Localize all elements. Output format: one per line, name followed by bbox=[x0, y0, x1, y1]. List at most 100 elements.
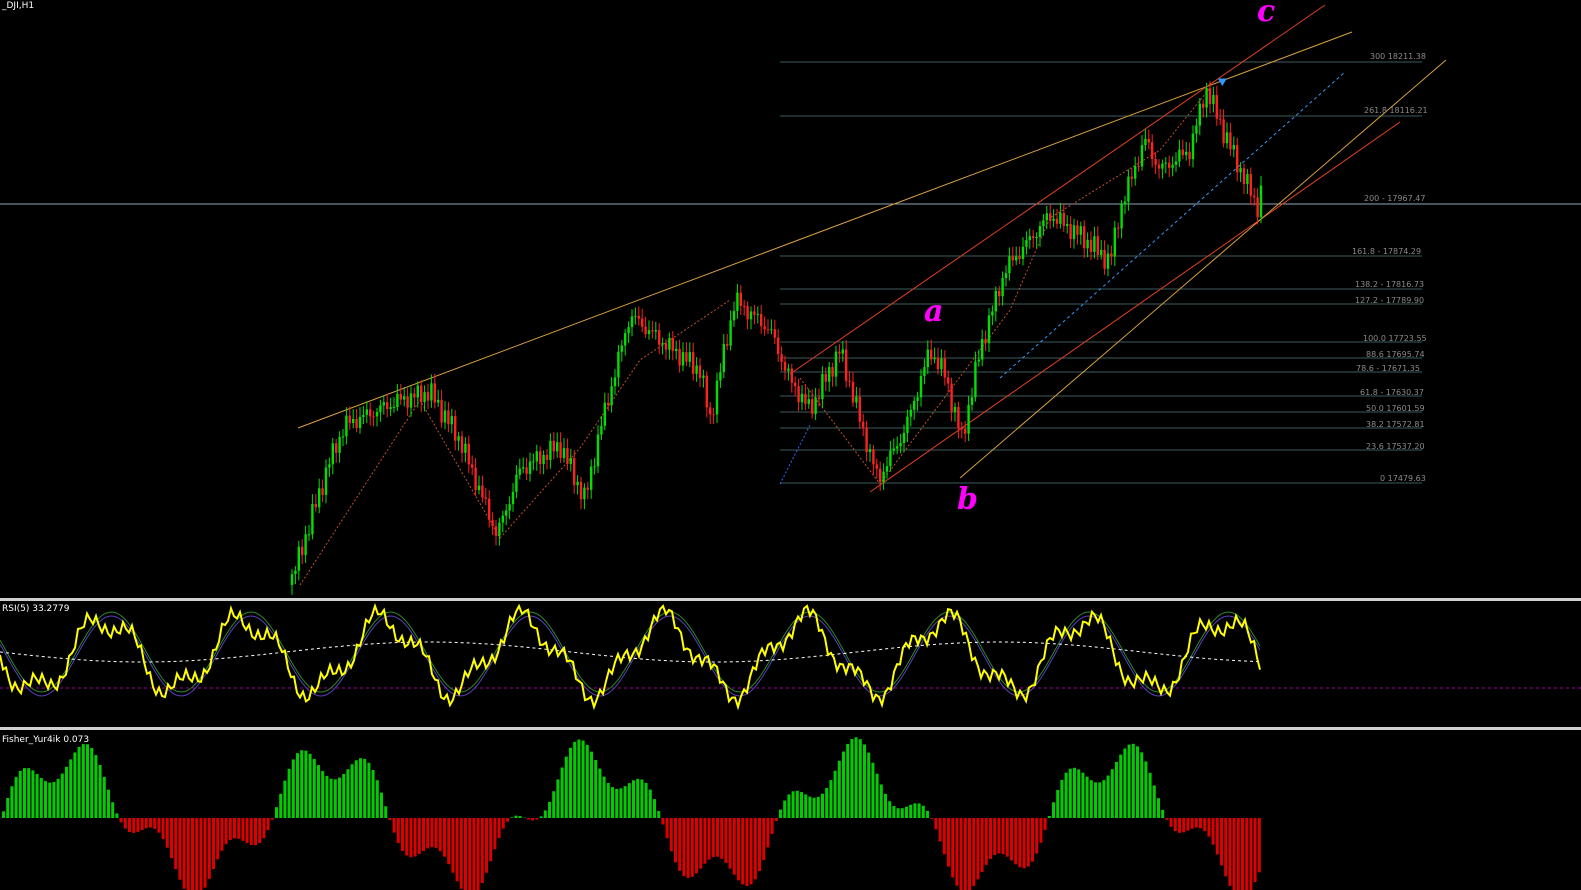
fisher-bar bbox=[711, 818, 715, 858]
candle bbox=[950, 383, 953, 412]
fisher-bar bbox=[548, 801, 551, 818]
candle bbox=[977, 359, 980, 362]
candle bbox=[926, 349, 929, 368]
candle bbox=[1205, 88, 1208, 108]
fisher-bar bbox=[875, 773, 879, 818]
candle bbox=[899, 443, 902, 447]
candle bbox=[1151, 142, 1154, 160]
fisher-bar bbox=[392, 818, 396, 833]
candle bbox=[365, 409, 368, 415]
fisher-bar bbox=[65, 766, 68, 818]
fib-label: 61.8 - 17630.37 bbox=[1360, 388, 1424, 397]
fisher-bar bbox=[1136, 746, 1139, 818]
fisher-bar bbox=[909, 804, 913, 818]
fisher-bar bbox=[879, 784, 883, 818]
fisher-bar bbox=[174, 818, 178, 870]
fisher-bar bbox=[947, 818, 950, 867]
fib-label: 261.8 18116.21 bbox=[1364, 106, 1428, 115]
fisher-bar bbox=[459, 818, 463, 889]
pane-separator[interactable] bbox=[0, 727, 1581, 730]
candle bbox=[896, 446, 899, 449]
trendlines[interactable] bbox=[297, 4, 1447, 586]
candle bbox=[1181, 149, 1184, 156]
candle bbox=[1049, 213, 1052, 221]
candle bbox=[416, 385, 419, 398]
candle bbox=[923, 367, 926, 377]
candle bbox=[858, 396, 861, 422]
candle bbox=[304, 534, 307, 556]
fisher-bar bbox=[821, 793, 824, 818]
candle bbox=[311, 504, 314, 535]
fisher-bar bbox=[997, 818, 1001, 854]
fisher-bar bbox=[266, 818, 270, 831]
candle bbox=[1086, 239, 1089, 249]
fisher-bar bbox=[422, 818, 425, 851]
candle bbox=[505, 510, 508, 516]
candle bbox=[396, 393, 399, 407]
candle bbox=[450, 416, 453, 425]
fisher-bar bbox=[443, 818, 446, 857]
candle bbox=[936, 357, 940, 370]
candle bbox=[753, 311, 756, 315]
fisher-bar bbox=[602, 776, 606, 818]
candle bbox=[807, 399, 810, 404]
candle bbox=[362, 414, 365, 417]
fisher-bar bbox=[728, 818, 732, 869]
rsi-title: RSI(5) 33.2779 bbox=[2, 604, 70, 614]
fisher-bar bbox=[690, 818, 694, 877]
candle bbox=[1120, 204, 1123, 229]
candle bbox=[981, 339, 984, 360]
fisher-bar bbox=[48, 782, 52, 818]
fisher-bar bbox=[850, 738, 854, 818]
candle bbox=[403, 396, 406, 400]
candlestick-series[interactable] bbox=[290, 81, 1263, 595]
fisher-bar bbox=[333, 779, 337, 818]
fisher-bar bbox=[325, 775, 329, 818]
fisher-bar bbox=[963, 818, 967, 890]
fisher-bar bbox=[888, 801, 892, 818]
candle bbox=[515, 474, 518, 492]
candle bbox=[562, 448, 566, 458]
fisher-bar bbox=[228, 818, 232, 841]
fisher-bar bbox=[741, 818, 745, 885]
fisher-bar bbox=[900, 808, 904, 818]
candle bbox=[1069, 224, 1072, 240]
arrow-marker-icon: ⯆ bbox=[1216, 73, 1229, 92]
fisher-bar bbox=[1010, 818, 1013, 861]
fisher-bar bbox=[18, 770, 22, 818]
fisher-bar bbox=[212, 818, 215, 870]
fisher-bar bbox=[1236, 818, 1240, 890]
candle bbox=[525, 467, 528, 474]
candle bbox=[338, 437, 341, 453]
candle bbox=[491, 519, 494, 527]
fisher-bar bbox=[1056, 789, 1060, 818]
fisher-bar bbox=[73, 752, 77, 818]
candle bbox=[1096, 236, 1099, 255]
fisher-bar bbox=[732, 818, 736, 875]
fisher-bar bbox=[1060, 779, 1064, 818]
candle bbox=[868, 449, 872, 453]
price-chart-canvas[interactable]: ⯆ bbox=[0, 0, 1581, 890]
fisher-bar bbox=[472, 818, 476, 890]
candle bbox=[746, 306, 749, 320]
fisher-bar bbox=[14, 777, 18, 818]
fisher-bar bbox=[1169, 818, 1173, 827]
fisher-bar bbox=[296, 753, 299, 818]
rsi-band-line bbox=[0, 615, 1261, 697]
fisher-bar bbox=[611, 787, 614, 818]
fisher-histogram bbox=[2, 737, 1261, 890]
candle bbox=[454, 416, 457, 441]
fisher-bar bbox=[6, 797, 10, 818]
fisher-bar bbox=[1123, 748, 1127, 818]
fisher-bar bbox=[346, 769, 350, 818]
fib-label: 50.0 17601.59 bbox=[1366, 404, 1425, 413]
fisher-bar bbox=[804, 794, 808, 818]
fisher-bar bbox=[186, 818, 190, 890]
fisher-bar bbox=[543, 810, 547, 818]
fisher-bar bbox=[1224, 818, 1228, 877]
fisher-bar bbox=[1220, 818, 1223, 866]
candle bbox=[831, 367, 834, 377]
candle bbox=[294, 570, 297, 575]
pane-separator[interactable] bbox=[0, 598, 1581, 601]
candle bbox=[1127, 176, 1130, 202]
